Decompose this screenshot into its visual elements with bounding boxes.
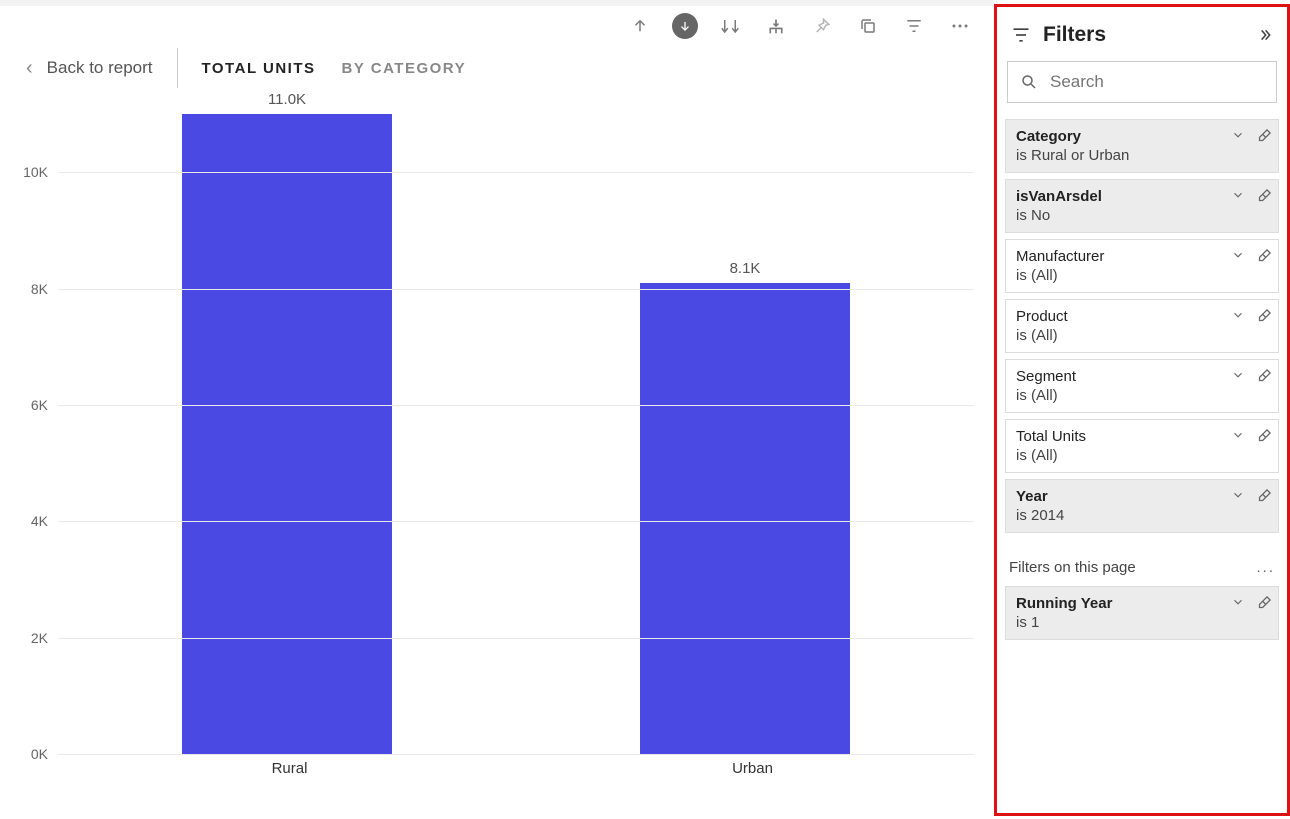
chevron-down-icon[interactable] bbox=[1231, 308, 1245, 323]
filter-value: is Rural or Urban bbox=[1016, 147, 1268, 164]
x-tick-label: Rural bbox=[58, 754, 521, 777]
chevron-down-icon[interactable] bbox=[1231, 188, 1245, 203]
breadcrumb: ‹ Back to report TOTAL UNITS BY CATEGORY bbox=[0, 42, 994, 104]
y-tick-label: 6K bbox=[31, 397, 48, 413]
filter-value: is 1 bbox=[1016, 614, 1268, 631]
report-main: ‹ Back to report TOTAL UNITSBY CATEGORY … bbox=[0, 0, 994, 819]
expand-next-level-icon[interactable] bbox=[762, 12, 790, 40]
gridline bbox=[58, 638, 974, 639]
chevron-down-icon[interactable] bbox=[1231, 428, 1245, 443]
eraser-icon[interactable] bbox=[1257, 248, 1272, 263]
chevron-left-icon: ‹ bbox=[26, 57, 33, 80]
eraser-icon[interactable] bbox=[1257, 488, 1272, 503]
bar-value-label: 8.1K bbox=[730, 260, 761, 277]
bar-rural[interactable]: 11.0K bbox=[58, 114, 516, 754]
tab-total-units[interactable]: TOTAL UNITS bbox=[202, 60, 316, 77]
bar-rect bbox=[182, 114, 392, 754]
more-icon[interactable]: ... bbox=[1256, 559, 1275, 576]
gridline bbox=[58, 172, 974, 173]
filters-title: Filters bbox=[1043, 23, 1245, 47]
eraser-icon[interactable] bbox=[1257, 128, 1272, 143]
visual-toolbar bbox=[0, 6, 994, 42]
filters-panel: Filters Categoryis Rural or Urban isVanAr… bbox=[994, 4, 1290, 816]
tab-by-category[interactable]: BY CATEGORY bbox=[342, 60, 467, 77]
y-axis: 0K2K4K6K8K10K bbox=[10, 114, 54, 732]
chart-area: 0K 2K 4K 6K 8K 10K 11.0K 8.1K RuralUrban bbox=[0, 104, 994, 819]
bar-value-label: 11.0K bbox=[268, 91, 306, 108]
filters-on-this-page-label: Filters on this page ... bbox=[1005, 539, 1279, 586]
drill-mode-icon[interactable] bbox=[672, 13, 698, 39]
back-label: Back to report bbox=[47, 58, 153, 78]
bar-chart: 0K2K4K6K8K10K 11.0K8.1K bbox=[58, 114, 984, 754]
filter-value: is (All) bbox=[1016, 387, 1268, 404]
filter-search-input[interactable] bbox=[1050, 72, 1271, 92]
chevron-down-icon[interactable] bbox=[1231, 488, 1245, 503]
pin-icon[interactable] bbox=[808, 12, 836, 40]
gridline bbox=[58, 754, 974, 755]
x-axis: RuralUrban bbox=[58, 754, 984, 777]
filter-value: is No bbox=[1016, 207, 1268, 224]
filter-value: is 2014 bbox=[1016, 507, 1268, 524]
gridline bbox=[58, 289, 974, 290]
gridline bbox=[58, 405, 974, 406]
x-tick-label: Urban bbox=[521, 754, 984, 777]
y-tick-label: 0K bbox=[31, 746, 48, 762]
divider bbox=[177, 48, 178, 88]
copy-icon[interactable] bbox=[854, 12, 882, 40]
collapse-panel-icon[interactable] bbox=[1257, 27, 1273, 43]
filter-card-product[interactable]: Productis (All) bbox=[1005, 299, 1279, 353]
eraser-icon[interactable] bbox=[1257, 188, 1272, 203]
filter-card-year[interactable]: Yearis 2014 bbox=[1005, 479, 1279, 533]
bar-rect bbox=[640, 283, 850, 754]
chevron-down-icon[interactable] bbox=[1231, 128, 1245, 143]
filter-card-manufacturer[interactable]: Manufactureris (All) bbox=[1005, 239, 1279, 293]
filter-card-total-units[interactable]: Total Unitsis (All) bbox=[1005, 419, 1279, 473]
filter-card-isvanarsdel[interactable]: isVanArsdelis No bbox=[1005, 179, 1279, 233]
search-icon bbox=[1020, 73, 1038, 91]
eraser-icon[interactable] bbox=[1257, 595, 1272, 610]
filters-icon bbox=[1011, 25, 1031, 45]
y-tick-label: 2K bbox=[31, 630, 48, 646]
eraser-icon[interactable] bbox=[1257, 308, 1272, 323]
eraser-icon[interactable] bbox=[1257, 368, 1272, 383]
expand-all-down-icon[interactable] bbox=[716, 12, 744, 40]
bar-urban[interactable]: 8.1K bbox=[516, 114, 974, 754]
y-tick-label: 8K bbox=[31, 281, 48, 297]
chevron-down-icon[interactable] bbox=[1231, 595, 1245, 610]
drill-up-icon[interactable] bbox=[626, 12, 654, 40]
filter-card-category[interactable]: Categoryis Rural or Urban bbox=[1005, 119, 1279, 173]
chevron-down-icon[interactable] bbox=[1231, 248, 1245, 263]
y-tick-label: 10K bbox=[23, 164, 48, 180]
more-icon[interactable] bbox=[946, 12, 974, 40]
filter-value: is (All) bbox=[1016, 447, 1268, 464]
filter-search[interactable] bbox=[1007, 61, 1277, 103]
filter-card-running-year[interactable]: Running Yearis 1 bbox=[1005, 586, 1279, 640]
filter-card-segment[interactable]: Segmentis (All) bbox=[1005, 359, 1279, 413]
filter-icon[interactable] bbox=[900, 12, 928, 40]
gridline bbox=[58, 521, 974, 522]
filters-header: Filters bbox=[1005, 15, 1279, 61]
back-to-report-button[interactable]: ‹ Back to report bbox=[26, 57, 153, 80]
y-tick-label: 4K bbox=[31, 513, 48, 529]
filter-value: is (All) bbox=[1016, 327, 1268, 344]
chevron-down-icon[interactable] bbox=[1231, 368, 1245, 383]
eraser-icon[interactable] bbox=[1257, 428, 1272, 443]
filter-value: is (All) bbox=[1016, 267, 1268, 284]
